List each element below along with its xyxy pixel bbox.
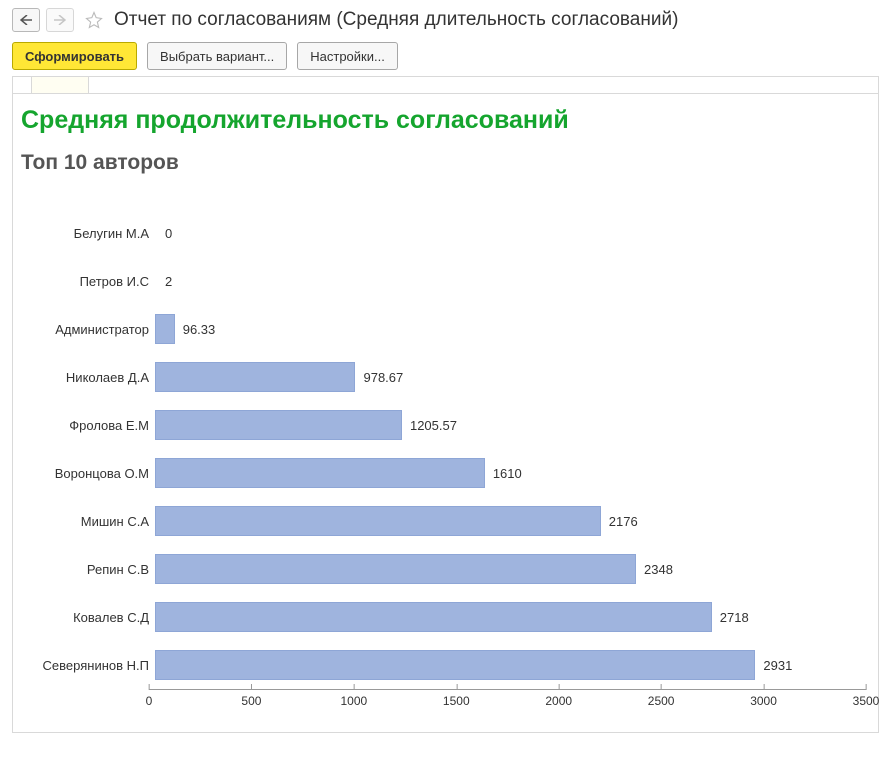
nav-forward-button[interactable] [46, 8, 74, 32]
chart-x-tick: 3000 [750, 686, 777, 708]
chart-bar [155, 506, 601, 536]
arrow-left-icon [20, 15, 32, 25]
report-area: Средняя продолжительность согласований Т… [12, 93, 879, 733]
report-subtitle: Топ 10 авторов [21, 151, 872, 175]
chart-row: Фролова Е.М 1205.57 [19, 401, 864, 449]
chart-track: 2348 [155, 545, 864, 593]
chart-bar [155, 650, 755, 680]
chart-value-label: 2931 [763, 658, 792, 673]
chart-bar [155, 602, 712, 632]
chart-value-label: 2718 [720, 610, 749, 625]
chart-row: Репин С.В 2348 [19, 545, 864, 593]
chart-track: 2718 [155, 593, 864, 641]
chart-category-label: Администратор [19, 322, 155, 337]
chart-x-tick: 1000 [340, 686, 367, 708]
chart-bar [155, 218, 157, 248]
chart-track: 2931 [155, 641, 864, 689]
chart-bar [155, 410, 402, 440]
chart-value-label: 2 [165, 274, 172, 289]
chart-x-tick: 2500 [648, 686, 675, 708]
toolbar: Сформировать Выбрать вариант... Настройк… [12, 42, 879, 70]
chart-track: 0 [155, 209, 864, 257]
chart-category-label: Фролова Е.М [19, 418, 155, 433]
chart-x-tick: 500 [241, 686, 261, 708]
generate-button[interactable]: Сформировать [12, 42, 137, 70]
chart-track: 96.33 [155, 305, 864, 353]
chart-track: 978.67 [155, 353, 864, 401]
select-variant-button[interactable]: Выбрать вариант... [147, 42, 287, 70]
chart-x-axis: 0500100015002000250030003500 [149, 689, 866, 714]
chart-category-label: Репин С.В [19, 562, 155, 577]
chart-category-label: Северянинов Н.П [19, 658, 155, 673]
chart-x-tick: 0 [146, 686, 153, 708]
chart-value-label: 96.33 [183, 322, 216, 337]
chart-category-label: Воронцова О.М [19, 466, 155, 481]
chart-track: 2 [155, 257, 864, 305]
chart-value-label: 1610 [493, 466, 522, 481]
nav-back-button[interactable] [12, 8, 40, 32]
chart-value-label: 2348 [644, 562, 673, 577]
chart-category-label: Мишин С.А [19, 514, 155, 529]
chart-category-label: Ковалев С.Д [19, 610, 155, 625]
report-title: Средняя продолжительность согласований [21, 106, 872, 135]
settings-button[interactable]: Настройки... [297, 42, 398, 70]
chart-x-tick: 1500 [443, 686, 470, 708]
chart-value-label: 0 [165, 226, 172, 241]
chart-x-tick: 2000 [545, 686, 572, 708]
chart-row: Северянинов Н.П 2931 [19, 641, 864, 689]
chart-row: Мишин С.А 2176 [19, 497, 864, 545]
chart-track: 1610 [155, 449, 864, 497]
favorite-star-icon[interactable] [84, 10, 104, 30]
chart-bar [155, 458, 485, 488]
chart-category-label: Белугин М.А [19, 226, 155, 241]
chart-bar [155, 314, 175, 344]
chart-row: Администратор 96.33 [19, 305, 864, 353]
chart-row: Петров И.С 2 [19, 257, 864, 305]
chart-category-label: Николаев Д.А [19, 370, 155, 385]
page-title: Отчет по согласованиям (Средняя длительн… [114, 9, 678, 31]
chart-row: Воронцова О.М 1610 [19, 449, 864, 497]
chart-value-label: 2176 [609, 514, 638, 529]
titlebar: Отчет по согласованиям (Средняя длительн… [12, 8, 879, 32]
chart-bar [155, 362, 355, 392]
arrow-right-icon [54, 15, 66, 25]
chart-row: Белугин М.А 0 [19, 209, 864, 257]
chart-category-label: Петров И.С [19, 274, 155, 289]
chart-track: 1205.57 [155, 401, 864, 449]
sheet-ruler [12, 76, 879, 93]
chart-row: Ковалев С.Д 2718 [19, 593, 864, 641]
chart-bar [155, 554, 636, 584]
chart-value-label: 978.67 [363, 370, 403, 385]
chart-x-tick: 3500 [853, 686, 880, 708]
chart-bar [155, 266, 157, 296]
bar-chart: Белугин М.А 0 Петров И.С 2 Администратор 96.3… [19, 205, 872, 714]
chart-track: 2176 [155, 497, 864, 545]
chart-value-label: 1205.57 [410, 418, 457, 433]
chart-row: Николаев Д.А 978.67 [19, 353, 864, 401]
